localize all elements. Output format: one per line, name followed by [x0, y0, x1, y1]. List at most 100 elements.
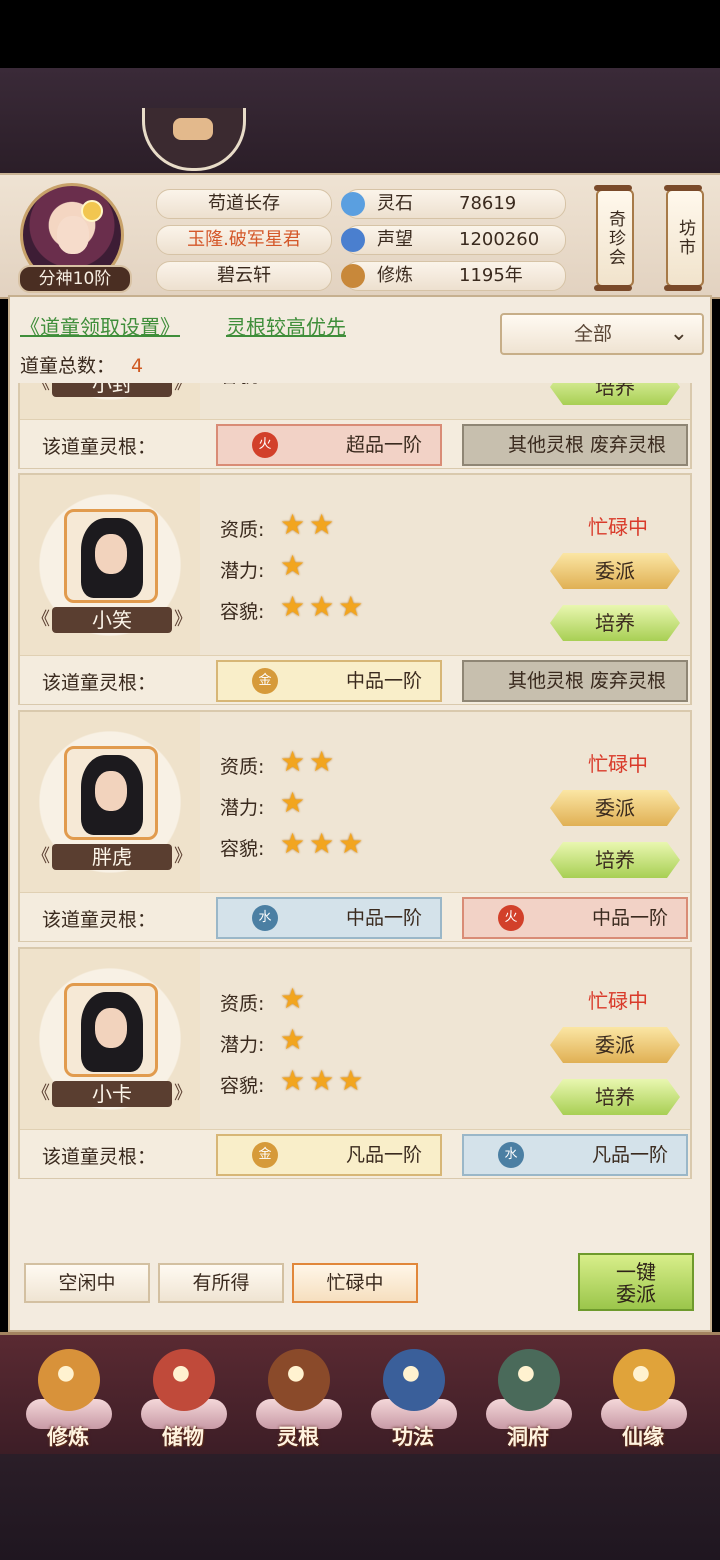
nav-item[interactable]: 仙缘	[595, 1343, 691, 1453]
spirit-root-box[interactable]: 水 中品一阶	[216, 897, 442, 939]
apprentice-name[interactable]: 小卡	[32, 1079, 192, 1109]
cave-palace-icon	[498, 1349, 560, 1411]
nav-label: 仙缘	[622, 1425, 664, 1449]
apprentice-settings-link[interactable]: 《道童领取设置》	[20, 311, 180, 340]
nav-label: 储物	[162, 1425, 204, 1449]
nav-label: 修炼	[47, 1425, 89, 1449]
train-button[interactable]: 培养	[550, 383, 680, 405]
dispatch-button[interactable]: 委派	[550, 553, 680, 589]
filter-gained[interactable]: 有所得	[158, 1263, 284, 1303]
apprentice-name-text: 小卡	[92, 1082, 132, 1106]
technique-book-icon	[383, 1349, 445, 1411]
spirit-root-icon	[268, 1349, 330, 1411]
potential-stars: ★	[280, 786, 310, 819]
apprentice-name[interactable]: 小封	[32, 383, 192, 399]
nav-label: 功法	[392, 1425, 434, 1449]
nav-item[interactable]: 储物	[135, 1343, 231, 1453]
apprentice-card: 小笑 资质: ★★ 潜力: ★ 容貌: ★★★ 忙碌中 委派 培养 该道童灵根：…	[18, 473, 692, 705]
root-grade: 中品一阶	[345, 907, 422, 929]
looks-stars: ★★★	[280, 1064, 368, 1097]
cultivate-icon	[38, 1349, 100, 1411]
attr-potential-label: 潜力:	[220, 560, 265, 582]
root-grade: 其他灵根 废弃灵根	[507, 434, 666, 456]
spirit-root-box[interactable]: 水 凡品一阶	[462, 1134, 688, 1176]
stat-reputation: 声望 1200260	[341, 225, 566, 255]
spirit-root-box[interactable]: 火 超品一阶	[216, 424, 442, 466]
nav-item[interactable]: 功法	[365, 1343, 461, 1453]
spirit-root-box[interactable]: 其他灵根 废弃灵根	[462, 424, 688, 466]
portrait-face	[95, 534, 127, 574]
element-fire-icon: 火	[498, 905, 524, 931]
attr-looks-label: 容貌:	[220, 383, 264, 388]
apprentice-name-text: 小笑	[92, 608, 132, 632]
gourd-icon	[613, 1349, 675, 1411]
attr-aptitude-label: 资质:	[220, 519, 265, 541]
attr-potential-label: 潜力:	[220, 1034, 265, 1056]
dispatch-button[interactable]: 委派	[550, 1027, 680, 1063]
one-key-line1: 一键	[616, 1260, 656, 1284]
root-grade: 中品一阶	[345, 670, 422, 692]
dispatch-button[interactable]: 委派	[550, 790, 680, 826]
spirit-root-box[interactable]: 火 中品一阶	[462, 897, 688, 939]
total-label: 道童总数：	[20, 355, 116, 377]
treasure-fair-button[interactable]: 奇珍会	[594, 185, 634, 291]
top-scenery	[0, 68, 720, 173]
portrait-face	[95, 771, 127, 811]
title-2: 玉隆.破军星君	[156, 225, 332, 255]
apprentice-portrait[interactable]	[64, 509, 158, 603]
train-button[interactable]: 培养	[550, 1079, 680, 1115]
reputation-icon	[341, 228, 365, 252]
root-grade: 中品一阶	[591, 907, 668, 929]
filter-busy[interactable]: 忙碌中	[292, 1263, 418, 1303]
train-button[interactable]: 培养	[550, 605, 680, 641]
spirit-root-box[interactable]: 其他灵根 废弃灵根	[462, 660, 688, 702]
attr-aptitude-label: 资质:	[220, 993, 265, 1015]
apprentice-total: 道童总数： 4	[20, 351, 143, 378]
apprentice-portrait[interactable]	[64, 746, 158, 840]
bottom-scenery	[0, 1454, 720, 1560]
train-button[interactable]: 培养	[550, 842, 680, 878]
apprentice-card: 小封 资质: 潜力: ★★★ 容貌: ★★★ 委派 培养 该道童灵根： 火超品一…	[18, 383, 692, 469]
nav-item[interactable]: 洞府	[480, 1343, 576, 1453]
potential-stars: ★	[280, 549, 310, 582]
priority-link[interactable]: 灵根较高优先	[226, 311, 346, 340]
apprentice-name[interactable]: 小笑	[32, 605, 192, 635]
nav-item[interactable]: 灵根	[250, 1343, 346, 1453]
nav-item[interactable]: 修炼	[20, 1343, 116, 1453]
spirit-root-label: 该道童灵根：	[42, 672, 157, 694]
filter-idle[interactable]: 空闲中	[24, 1263, 150, 1303]
spirit-root-row: 该道童灵根： 金 凡品一阶 水 凡品一阶	[20, 1129, 690, 1178]
element-water-icon: 水	[252, 905, 278, 931]
portrait-frame: 小封	[20, 383, 200, 419]
apprentice-portrait[interactable]	[64, 983, 158, 1077]
apprentice-name[interactable]: 胖虎	[32, 842, 192, 872]
market-button[interactable]: 坊市	[664, 185, 704, 291]
status-busy: 忙碌中	[588, 752, 648, 776]
root-grade: 其他灵根 废弃灵根	[507, 670, 666, 692]
spirit-root-label: 该道童灵根：	[42, 909, 157, 931]
spirit-root-box[interactable]: 金 凡品一阶	[216, 1134, 442, 1176]
portrait-frame: 小卡	[20, 949, 200, 1129]
attr-potential-label: 潜力:	[220, 797, 265, 819]
avatar-face	[57, 216, 89, 254]
stat-label: 声望	[377, 229, 413, 250]
status-busy: 忙碌中	[588, 989, 648, 1013]
one-key-line2: 委派	[616, 1282, 656, 1306]
stat-label: 修炼	[377, 265, 413, 286]
filter-select[interactable]: 全部 ⌄	[500, 313, 704, 355]
chevron-down-icon: ⌄	[669, 321, 688, 346]
player-header: 分神10阶 苟道长存 玉隆.破军星君 碧云轩 灵石 78619 声望 12002…	[0, 173, 720, 299]
one-key-dispatch-button[interactable]: 一键 委派	[578, 1253, 694, 1311]
rank-tag: 分神10阶	[18, 265, 132, 293]
spirit-root-label: 该道童灵根：	[42, 436, 157, 458]
element-gold-icon: 金	[252, 1142, 278, 1168]
total-value: 4	[131, 355, 144, 377]
element-water-icon: 水	[498, 1142, 524, 1168]
stat-value: 1200260	[459, 229, 540, 250]
attr-looks-label: 容貌:	[220, 601, 265, 623]
spirit-stone-icon	[341, 192, 365, 216]
portrait-frame: 小笑	[20, 475, 200, 655]
spirit-root-box[interactable]: 金 中品一阶	[216, 660, 442, 702]
apprentice-list[interactable]: 小封 资质: 潜力: ★★★ 容貌: ★★★ 委派 培养 该道童灵根： 火超品一…	[12, 383, 708, 1238]
title-1: 苟道长存	[156, 189, 332, 219]
